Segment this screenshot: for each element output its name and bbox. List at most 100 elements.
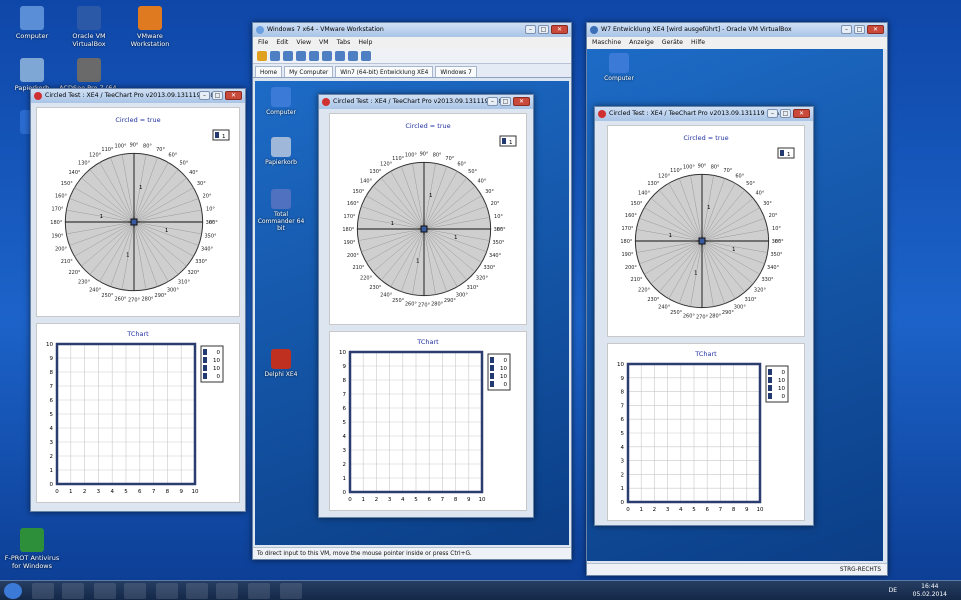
angle-label: 140° [68, 170, 81, 176]
desktop-icon-image [138, 6, 162, 30]
menu-maschine[interactable]: Maschine [592, 37, 621, 49]
taskbar-app2-icon[interactable] [156, 583, 178, 599]
teechart-window-left[interactable]: Circled Test : XE4 / TeeChart Pro v2013.… [30, 88, 246, 512]
taskbar-delphi-icon[interactable] [248, 583, 270, 599]
tab-my-computer[interactable]: My Computer [284, 66, 334, 77]
y-tick-label: 1 [621, 486, 625, 492]
taskbar-opera-icon[interactable] [124, 583, 146, 599]
angle-label: 40° [189, 170, 198, 176]
title-bar[interactable]: Circled Test : XE4 / TeeChart Pro v2013.… [319, 95, 533, 109]
tab-windows-7[interactable]: Windows 7 [435, 66, 477, 77]
desktop-icon-f-prot-antivirus-for-windows[interactable]: F-PROT Antivirus for Windows [0, 528, 64, 570]
start-button[interactable] [4, 583, 22, 599]
maximize-button[interactable]: □ [780, 109, 791, 118]
title-bar[interactable]: Windows 7 x64 - VMware Workstation – □ ✕ [253, 23, 571, 37]
snapshot-icon[interactable] [270, 51, 280, 61]
polar-center-point [420, 225, 428, 233]
maximize-button[interactable]: □ [854, 25, 865, 34]
angle-label: 280° [431, 301, 444, 307]
x-tick-label: 8 [454, 497, 458, 503]
y-tick-label: 7 [621, 403, 625, 409]
clock[interactable]: 16:44 05.02.2014 [913, 583, 947, 599]
menu-hilfe[interactable]: Hilfe [691, 37, 705, 49]
title-bar[interactable]: W7 Entwicklung XE4 [wird ausgeführt] - O… [587, 23, 887, 37]
desktop-icon-oracle-vm-virtualbox[interactable]: Oracle VM VirtualBox [57, 6, 121, 48]
guest-icon-computer[interactable]: Computer [257, 87, 305, 116]
minimize-button[interactable]: – [841, 25, 852, 34]
minimize-button[interactable]: – [487, 97, 498, 106]
thumbnail-icon[interactable] [348, 51, 358, 61]
angle-label: 210° [630, 277, 643, 283]
unity-icon[interactable] [322, 51, 332, 61]
maximize-button[interactable]: □ [538, 25, 549, 34]
polar-chart: Circled = true 1 0° 10° 20° 30° 40° 50° 60° 70° 80… [329, 113, 527, 325]
console-view-icon[interactable] [335, 51, 345, 61]
legend-swatch [768, 377, 772, 383]
radial-label: 1 [669, 233, 673, 239]
menu-tabs[interactable]: Tabs [337, 37, 351, 49]
close-button[interactable]: ✕ [513, 97, 530, 106]
angle-label: 50° [179, 160, 188, 166]
desktop-icon-vmware-workstation[interactable]: VMware Workstation [118, 6, 182, 48]
menu-anzeige[interactable]: Anzeige [629, 37, 654, 49]
menu-edit[interactable]: Edit [276, 37, 288, 49]
teechart-window-vbox[interactable]: Circled Test : XE4 / TeeChart Pro v2013.… [594, 106, 814, 526]
menu-ger-te[interactable]: Geräte [662, 37, 683, 49]
close-button[interactable]: ✕ [551, 25, 568, 34]
language-indicator[interactable]: DE [889, 587, 897, 594]
taskbar-virtualbox-icon[interactable] [216, 583, 238, 599]
tab-win7-64-bit-entwicklung-xe4[interactable]: Win7 (64-bit) Entwicklung XE4 [335, 66, 434, 77]
taskbar-explorer-icon[interactable] [32, 583, 54, 599]
desktop-icon-papierkorb[interactable]: Papierkorb [0, 58, 64, 92]
angle-label: 270° [696, 315, 709, 321]
x-tick-label: 9 [179, 489, 183, 495]
title-bar[interactable]: Circled Test : XE4 / TeeChart Pro v2013.… [595, 107, 813, 121]
library-icon[interactable] [361, 51, 371, 61]
tab-home[interactable]: Home [255, 66, 283, 77]
legend-swatch [490, 365, 494, 371]
y-tick-label: 6 [50, 398, 54, 404]
legend-swatch [215, 132, 219, 138]
guest-icon-delphi-xe4[interactable]: Delphi XE4 [257, 349, 305, 378]
teechart-window-vmware[interactable]: Circled Test : XE4 / TeeChart Pro v2013.… [318, 94, 534, 518]
menu-file[interactable]: File [258, 37, 268, 49]
close-button[interactable]: ✕ [793, 109, 810, 118]
desktop-icon-computer[interactable]: Computer [0, 6, 64, 40]
maximize-button[interactable]: □ [500, 97, 511, 106]
minimize-button[interactable]: – [525, 25, 536, 34]
angle-label: 130° [369, 169, 382, 175]
revert-icon[interactable] [283, 51, 293, 61]
close-button[interactable]: ✕ [867, 25, 884, 34]
guest-icon-papierkorb[interactable]: Papierkorb [257, 137, 305, 166]
angle-label: 210° [61, 259, 74, 265]
legend-label: 10 [500, 366, 507, 372]
legend-swatch [203, 373, 207, 379]
desktop-icon-image [77, 6, 101, 30]
x-tick-label: 4 [110, 489, 114, 495]
minimize-button[interactable]: – [199, 91, 210, 100]
minimize-button[interactable]: – [767, 109, 778, 118]
taskbar-app3-icon[interactable] [280, 583, 302, 599]
power-icon[interactable] [257, 51, 267, 61]
x-tick-label: 3 [666, 507, 670, 513]
radial-label: 1 [707, 205, 711, 211]
fullscreen-icon[interactable] [309, 51, 319, 61]
taskbar-floppy-icon[interactable] [186, 583, 208, 599]
menu-vm[interactable]: VM [319, 37, 329, 49]
angle-label: 320° [754, 288, 767, 294]
guest-icon-total-commander-64-bit[interactable]: Total Commander 64 bit [257, 189, 305, 232]
app-icon [598, 110, 606, 118]
y-tick-label: 2 [343, 462, 347, 468]
title-bar[interactable]: Circled Test : XE4 / TeeChart Pro v2013.… [31, 89, 245, 103]
manage-snapshot-icon[interactable] [296, 51, 306, 61]
angle-label: 50° [468, 169, 477, 175]
close-button[interactable]: ✕ [225, 91, 242, 100]
guest-icon-computer[interactable]: Computer [595, 53, 643, 82]
maximize-button[interactable]: □ [212, 91, 223, 100]
menu-view[interactable]: View [296, 37, 311, 49]
menu-help[interactable]: Help [358, 37, 372, 49]
taskbar-media-icon[interactable] [62, 583, 84, 599]
x-tick-label: 2 [375, 497, 379, 503]
x-tick-label: 2 [83, 489, 87, 495]
taskbar-app-icon[interactable] [94, 583, 116, 599]
